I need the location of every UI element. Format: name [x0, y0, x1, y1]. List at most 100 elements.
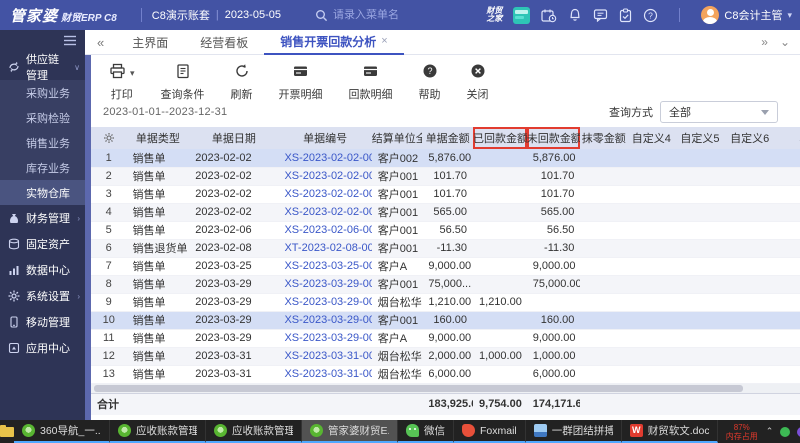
doc-number-link[interactable]: XT-2023-02-08-000... [284, 242, 371, 254]
header-custom5[interactable]: 自定义5 [676, 127, 725, 149]
taskbar-item[interactable]: 应收账款管理... [206, 420, 302, 443]
header-received-amount[interactable]: 已回款金额 [473, 127, 527, 149]
header-doc-date[interactable]: 单据日期 [189, 127, 278, 149]
sidebar-item-sales[interactable]: 销售业务 [0, 130, 85, 155]
header-project[interactable]: 项目 [775, 127, 800, 149]
table-row[interactable]: 5销售单2023-02-06XS-2023-02-06-000...客户0015… [91, 221, 800, 239]
taskbar-item[interactable]: Foxmail [454, 420, 526, 443]
doc-number-link[interactable]: XS-2023-03-31-000... [284, 350, 371, 362]
query-conditions-button[interactable]: 查询条件 [161, 63, 205, 102]
sidebar-item-inventory[interactable]: 库存业务 [0, 155, 85, 180]
tasks-clipboard-icon[interactable] [619, 8, 632, 23]
table-row[interactable]: 1销售单2023-02-02XS-2023-02-02-000...客户0025… [91, 149, 800, 167]
promo-badge-icon[interactable] [513, 7, 530, 24]
scrollbar-thumb[interactable] [94, 385, 743, 392]
memory-usage-badge[interactable]: 87% 内存占用 [718, 420, 766, 443]
menu-search[interactable] [315, 9, 423, 22]
topbar-right: 财贸 之家 ? C8会计主管 ▾ [486, 6, 800, 24]
help-button[interactable]: ? 帮助 [419, 63, 441, 102]
doc-number-link[interactable]: XS-2023-03-31-000... [284, 368, 371, 380]
close-icon[interactable]: × [381, 35, 387, 47]
tab-dashboard[interactable]: 经营看板 [184, 30, 264, 55]
header-doc-number[interactable]: 单据编号 [278, 127, 371, 149]
table-row[interactable]: 13销售单2023-03-31XS-2023-03-31-000...烟台松华6… [91, 365, 800, 383]
sidebar-item-purchase[interactable]: 采购业务 [0, 80, 85, 105]
sidebar-item-purchase-inspect[interactable]: 采购检验 [0, 105, 85, 130]
doc-number-link[interactable]: XS-2023-03-25-000... [284, 260, 371, 272]
tabs-back-icon[interactable]: « [85, 35, 116, 50]
table-row[interactable]: 7销售单2023-03-25XS-2023-03-25-000...客户A9,0… [91, 257, 800, 275]
table-row[interactable]: 8销售单2023-03-29XS-2023-03-29-000...客户0017… [91, 275, 800, 293]
table-row[interactable]: 12销售单2023-03-31XS-2023-03-31-000...烟台松华2… [91, 347, 800, 365]
print-button[interactable]: ▾ 打印 [109, 63, 135, 102]
sidebar-group-fixed-assets[interactable]: 固定资产 [0, 231, 85, 257]
doc-number-link[interactable]: XS-2023-03-29-000... [284, 332, 371, 344]
query-method-select[interactable]: 全部 [660, 101, 778, 123]
doc-number-link[interactable]: XS-2023-02-02-000... [284, 170, 371, 182]
invoice-detail-icon [292, 63, 309, 84]
sidebar-group-mobile[interactable]: 移动管理 [0, 309, 85, 335]
doc-number-link[interactable]: XS-2023-03-29-000... [284, 314, 371, 326]
image-icon [534, 424, 547, 437]
tabs-list-icon[interactable]: ⌄ [780, 35, 790, 49]
table-row[interactable]: 6销售退货单2023-02-08XT-2023-02-08-000...客户00… [91, 239, 800, 257]
taskbar-item[interactable]: 360导航_一... [14, 420, 110, 443]
table-body: 1销售单2023-02-02XS-2023-02-02-000...客户0025… [91, 149, 800, 383]
doc-number-link[interactable]: XS-2023-02-02-000... [284, 152, 371, 164]
sidebar-item-warehouse[interactable]: 实物仓库 [0, 180, 85, 205]
header-custom6[interactable]: 自定义6 [724, 127, 775, 149]
date-range[interactable]: 2023-01-01--2023-12-31 [103, 106, 227, 118]
column-settings-header[interactable] [91, 127, 126, 149]
doc-number-link[interactable]: XS-2023-03-29-000... [284, 278, 371, 290]
query-conditions-icon [175, 63, 191, 84]
account-switcher[interactable]: C8演示账套 | 2023-05-05 [152, 7, 281, 23]
mobile-icon [8, 316, 20, 328]
sidebar-group-system-settings[interactable]: 系统设置 › [0, 283, 85, 309]
table-row[interactable]: 11销售单2023-03-29XS-2023-03-29-000...客户A9,… [91, 329, 800, 347]
search-input[interactable] [333, 9, 423, 21]
tab-sales-invoice-analysis[interactable]: 销售开票回款分析 × [264, 30, 403, 55]
sidebar-group-finance[interactable]: 财务管理 › [0, 205, 85, 231]
table-row[interactable]: 2销售单2023-02-02XS-2023-02-02-000...客户0011… [91, 167, 800, 185]
file-explorer-button[interactable] [0, 420, 14, 443]
antivirus-tray-icon[interactable] [780, 427, 790, 437]
doc-number-link[interactable]: XS-2023-02-06-000... [284, 224, 371, 236]
tray-expand-icon[interactable]: ⌃ [766, 426, 774, 437]
doc-number-link[interactable]: XS-2023-03-29-000... [284, 296, 371, 308]
horizontal-scrollbar[interactable] [91, 383, 800, 393]
doc-number-link[interactable]: XS-2023-02-02-000... [284, 188, 371, 200]
notifications-bell-icon[interactable] [568, 8, 582, 23]
sidebar-group-data-center[interactable]: 数据中心 [0, 257, 85, 283]
tab-home[interactable]: 主界面 [116, 30, 184, 55]
caimao-home-logo[interactable]: 财贸 之家 [486, 7, 502, 23]
taskbar-item[interactable]: 应收账款管理... [110, 420, 206, 443]
help-icon[interactable]: ? [643, 8, 658, 23]
header-rounding[interactable]: 抹零金额 [580, 127, 627, 149]
table-row[interactable]: 4销售单2023-02-02XS-2023-02-02-000...客户0015… [91, 203, 800, 221]
table-row[interactable]: 3销售单2023-02-02XS-2023-02-02-000...客户0011… [91, 185, 800, 203]
header-customer[interactable]: 结算单位全名 [372, 127, 423, 149]
sidebar-group-app-center[interactable]: 应用中心 [0, 335, 85, 361]
doc-number-link[interactable]: XS-2023-02-02-000... [284, 206, 371, 218]
table-row[interactable]: 9销售单2023-03-29XS-2023-03-29-000...烟台松华1,… [91, 293, 800, 311]
sidebar-collapse-icon[interactable] [63, 35, 77, 49]
messages-icon[interactable] [593, 8, 608, 22]
header-amount[interactable]: 单据金额 [422, 127, 473, 149]
payment-detail-button[interactable]: 回款明细 [349, 63, 393, 102]
tabs-more-icon[interactable]: » [761, 35, 768, 49]
header-unreceived-amount[interactable]: 未回款金额 [527, 127, 581, 149]
print-dropdown-icon[interactable]: ▾ [130, 68, 135, 79]
user-menu[interactable]: C8会计主管 ▾ [701, 6, 792, 24]
taskbar-item[interactable]: 微信 [398, 420, 454, 443]
close-button[interactable]: 关闭 [467, 63, 489, 102]
sidebar-group-supply-chain[interactable]: 供应链管理 ∨ [0, 54, 85, 80]
header-custom4[interactable]: 自定义4 [627, 127, 676, 149]
invoice-detail-button[interactable]: 开票明细 [279, 63, 323, 102]
header-doc-type[interactable]: 单据类型 [126, 127, 189, 149]
taskbar-item[interactable]: 财贸软文.doc... [622, 420, 718, 443]
taskbar-item[interactable]: 一群团结拼搏... [526, 420, 622, 443]
table-row[interactable]: 10销售单2023-03-29XS-2023-03-29-000...客户001… [91, 311, 800, 329]
refresh-button[interactable]: 刷新 [231, 63, 253, 102]
schedule-icon[interactable] [541, 8, 557, 23]
taskbar-item[interactable]: 管家婆财贸E... [302, 420, 398, 443]
